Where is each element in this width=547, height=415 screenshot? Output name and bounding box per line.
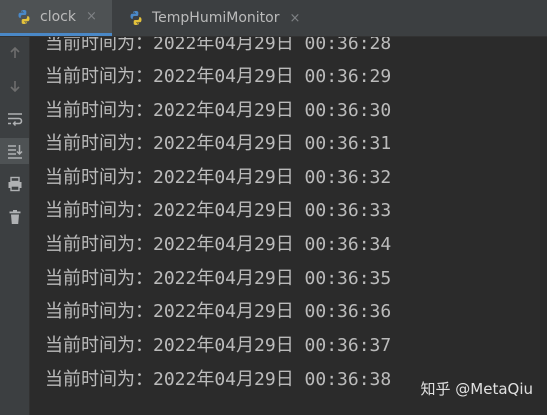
console-line: 当前时间为：2022年04月29日 00:36:34: [45, 234, 392, 255]
python-file-icon: [130, 11, 142, 25]
console-line: 当前时间为：2022年04月29日 00:36:37: [45, 335, 392, 356]
trash-icon: [9, 210, 20, 224]
watermark: 知乎 @MetaQiu: [420, 380, 534, 398]
console-line: 当前时间为：2022年04月29日 00:36:28: [45, 37, 392, 54]
tab-label: clock: [40, 8, 76, 25]
close-tab-icon[interactable]: ×: [289, 12, 300, 25]
scroll-down-icon: [9, 81, 20, 93]
close-tab-icon[interactable]: ×: [86, 10, 97, 23]
tab-label: TempHumiMonitor: [152, 10, 280, 26]
console-output[interactable]: 当前时间为：2022年04月29日 00:36:28 当前时间为：2022年04…: [29, 37, 547, 415]
print-button[interactable]: [0, 173, 29, 195]
scroll-down-button[interactable]: [0, 75, 29, 97]
console-line: 当前时间为：2022年04月29日 00:36:30: [45, 100, 392, 121]
print-icon: [8, 176, 21, 192]
console-line: 当前时间为：2022年04月29日 00:36:31: [45, 133, 392, 154]
console-toolbar: [0, 37, 30, 415]
console-window: clock × TempHumiMonitor × 当前时间为：2022年04月…: [0, 0, 547, 415]
scroll-to-end-button[interactable]: [0, 138, 29, 164]
clear-all-button[interactable]: [0, 206, 29, 228]
tab-clock[interactable]: clock ×: [0, 0, 112, 36]
console-line: 当前时间为：2022年04月29日 00:36:36: [45, 301, 392, 322]
scroll-up-icon: [9, 46, 20, 58]
python-file-icon: [18, 9, 30, 24]
console-line: 当前时间为：2022年04月29日 00:36:32: [45, 167, 392, 188]
soft-wrap-button[interactable]: [0, 108, 29, 130]
soft-wrap-icon: [7, 113, 22, 126]
scroll-to-end-icon: [7, 145, 23, 159]
tab-temphumimonitor[interactable]: TempHumiMonitor ×: [112, 0, 328, 36]
console-line: 当前时间为：2022年04月29日 00:36:38: [45, 369, 392, 390]
console-line: 当前时间为：2022年04月29日 00:36:29: [45, 66, 392, 87]
tab-bar: clock × TempHumiMonitor ×: [0, 0, 547, 37]
console-line: 当前时间为：2022年04月29日 00:36:35: [45, 268, 392, 289]
console-line: 当前时间为：2022年04月29日 00:36:33: [45, 200, 392, 221]
scroll-up-button[interactable]: [0, 42, 29, 64]
